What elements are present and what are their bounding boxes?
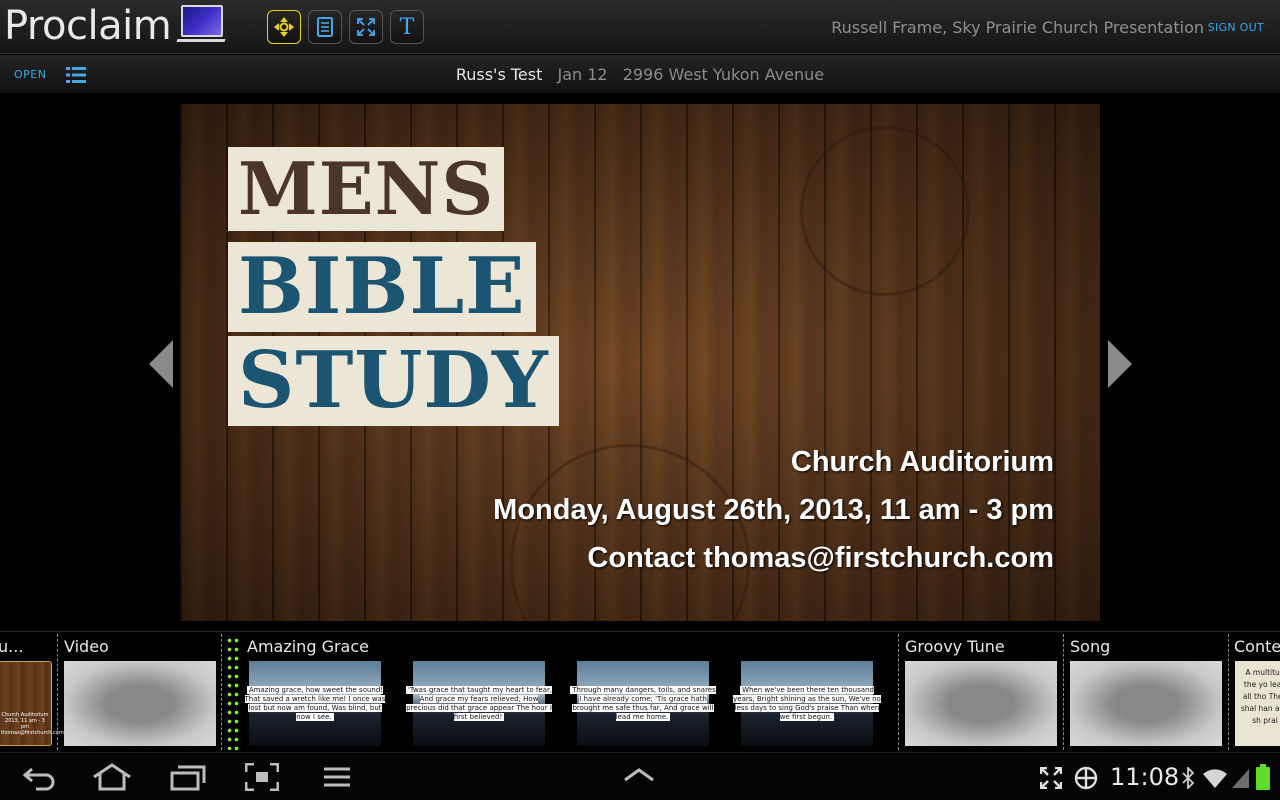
filmstrip-item-label: u... [0,637,24,656]
filmstrip-thumbnail[interactable]: Through many dangers, toils, and snares … [570,661,716,746]
presentation-info: Russ's Test Jan 12 2996 West Yukon Avenu… [0,65,1280,84]
filmstrip-thumbnail[interactable] [1070,661,1222,746]
app-logo: Proclaim [4,3,172,49]
system-navigation-bar: 11:08 [0,752,1280,800]
thumbnail-text: A multitud the yo leah all tho They shal… [1240,668,1280,725]
lyric-text: When we've been there ten thousand years… [733,686,881,721]
filmstrip-thumbnail[interactable]: Amazing grace, how sweet the sound! That… [244,661,386,746]
sign-out-button[interactable]: SIGN OUT [1208,21,1264,34]
slide-datetime: Monday, August 26th, 2013, 11 am - 3 pm [493,494,1054,526]
slide-title-line-3: STUDY [228,336,559,426]
filmstrip-item[interactable]: Amazing Grace Amazing grace, how sweet t… [241,632,897,752]
filmstrip-thumbnail[interactable]: 'Twas grace that taught my heart to fear… [405,661,553,746]
signal-icon [1232,769,1249,788]
filmstrip-item[interactable]: Video [58,632,220,752]
wood-stain-ring [800,126,970,296]
back-icon[interactable] [22,763,56,791]
menu-icon[interactable] [322,763,352,791]
lyric-text: Amazing grace, how sweet the sound! That… [244,686,386,721]
home-icon[interactable] [92,763,132,791]
current-slide[interactable]: MENS BIBLE STUDY Church Auditorium Monda… [180,104,1100,621]
presentation-date: Jan 12 [557,65,608,84]
thumbnail-text: Church Auditorium 2013, 11 am - 3 pm tho… [1,712,64,736]
slide-title-line-2: BIBLE [228,242,536,332]
slide-location: Church Auditorium [790,446,1054,478]
data-sync-icon [1074,766,1098,790]
slides-tool-button[interactable] [308,10,342,44]
text-tool-button[interactable]: T [390,10,424,44]
filmstrip-thumbnail[interactable]: A multitud the yo leah all tho They shal… [1235,661,1280,746]
filmstrip-item-label: Song [1070,637,1111,656]
filmstrip-item[interactable]: Groovy Tune [899,632,1061,752]
text-icon: T [399,14,415,40]
filmstrip-thumbnail[interactable]: When we've been there ten thousand years… [733,661,881,746]
user-label: Russell Frame, Sky Prairie Church Presen… [831,18,1204,37]
top-bar: Proclaim T Russell Frame, Sky Prairie Ch… [0,0,1280,54]
fullscreen-icon [357,18,375,36]
fullscreen-tool-button[interactable] [349,10,383,44]
screenshot-icon[interactable] [245,763,279,791]
logo-screen-icon [181,5,223,37]
filmstrip-thumbnail[interactable] [905,661,1057,746]
filmstrip-divider [221,634,222,750]
filmstrip-item-label: Groovy Tune [905,637,1005,656]
slides-icon [317,17,333,37]
chevron-up-icon[interactable] [622,767,656,783]
presentation-address: 2996 West Yukon Avenue [622,65,825,84]
filmstrip-item-label: Conter [1234,637,1280,656]
next-slide-arrow-icon[interactable] [1108,340,1132,388]
lyric-text: 'Twas grace that taught my heart to fear… [405,686,553,721]
move-icon [274,17,294,37]
filmstrip-item-label: Amazing Grace [247,637,369,656]
filmstrip-item[interactable]: Conter A multitud the yo leah all tho Th… [1229,632,1280,752]
expand-icon[interactable] [1040,767,1062,789]
previous-slide-arrow-icon[interactable] [149,340,173,388]
filmstrip-item[interactable]: Song [1064,632,1226,752]
filmstrip-thumbnail[interactable] [64,661,216,746]
presentation-name: Russ's Test [455,65,543,84]
presentation-bar: OPEN Russ's Test Jan 12 2996 West Yukon … [0,55,1280,93]
slide-contact: Contact thomas@firstchurch.com [587,542,1054,574]
slide-title-line-1: MENS [228,147,505,231]
bluetooth-icon [1182,767,1194,789]
move-tool-button[interactable] [267,10,301,44]
recent-apps-icon[interactable] [170,763,206,791]
filmstrip-thumbnail[interactable]: Church Auditorium 2013, 11 am - 3 pm tho… [0,661,64,746]
filmstrip-item-label: Video [64,637,109,656]
battery-icon [1256,764,1270,790]
slide-filmstrip[interactable]: u... Church Auditorium 2013, 11 am - 3 p… [0,631,1280,752]
filmstrip-item[interactable]: u... Church Auditorium 2013, 11 am - 3 p… [0,632,64,752]
wifi-icon [1203,769,1227,788]
lyric-text: Through many dangers, toils, and snares … [570,686,716,721]
group-marker-dots [226,636,240,750]
status-clock: 11:08 [1110,763,1180,791]
wood-stain-ring [510,444,750,621]
